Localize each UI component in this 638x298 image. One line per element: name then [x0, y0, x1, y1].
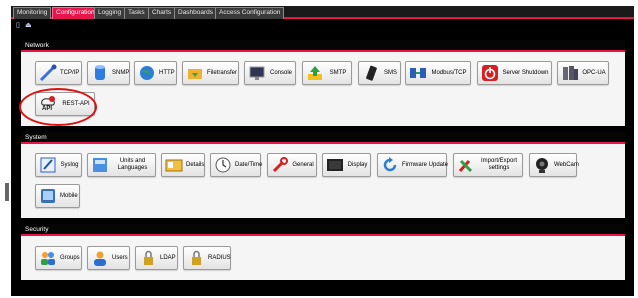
- database-icon: [90, 63, 110, 83]
- webcam-icon: [532, 155, 552, 175]
- groups-button[interactable]: Groups: [35, 246, 82, 270]
- http-button[interactable]: HTTP: [134, 61, 177, 85]
- servers-icon: [560, 63, 580, 83]
- app-window: Monitoring Configuration Logging Tasks C…: [11, 6, 634, 296]
- network-header: Network: [21, 40, 625, 52]
- book-icon: [90, 155, 110, 175]
- user-icon: [90, 248, 110, 268]
- tab-monitoring[interactable]: Monitoring: [13, 7, 52, 19]
- filetransfer-button[interactable]: Filetransfer: [182, 61, 239, 85]
- notepad-icon: [38, 155, 58, 175]
- id-card-icon: [164, 155, 184, 175]
- tab-logging[interactable]: Logging: [94, 7, 126, 19]
- smtp-button[interactable]: SMTP: [302, 61, 352, 85]
- tab-configuration[interactable]: Configuration: [52, 7, 99, 19]
- network-switch-icon: [408, 63, 428, 83]
- document-icon[interactable]: ▯: [16, 22, 20, 29]
- snmp-button[interactable]: SNMP: [87, 61, 130, 85]
- modbus-tcp-button[interactable]: Modbus/TCP: [405, 61, 471, 85]
- mobile-device-icon: [38, 186, 58, 206]
- tab-access-configuration[interactable]: Access Configuration: [215, 7, 285, 19]
- wrench-icon: [270, 155, 290, 175]
- clock-icon: [213, 155, 233, 175]
- users-button[interactable]: Users: [87, 246, 130, 270]
- general-button[interactable]: General: [267, 153, 317, 177]
- cable-icon: [38, 63, 58, 83]
- mobile-button[interactable]: Mobile: [35, 184, 80, 208]
- units-languages-button[interactable]: Units and Languages: [87, 153, 156, 177]
- system-header: System: [21, 132, 625, 144]
- display-panel-icon: [325, 155, 345, 175]
- details-button[interactable]: Details: [161, 153, 205, 177]
- folder-icon: [185, 63, 205, 83]
- rest-api-highlight-circle: [19, 88, 97, 126]
- date-time-button[interactable]: Date/Time: [210, 153, 262, 177]
- group-users-icon: [38, 248, 58, 268]
- globe-icon: [137, 63, 157, 83]
- refresh-icon: [380, 155, 400, 175]
- radius-button[interactable]: RADIUS: [183, 246, 231, 270]
- import-export-settings-button[interactable]: Import/Export settings: [453, 153, 523, 177]
- security-header: Security: [21, 224, 625, 236]
- lock-user-icon: [138, 248, 158, 268]
- ldap-button[interactable]: LDAP: [135, 246, 178, 270]
- lock-user-icon: [186, 248, 206, 268]
- tcpip-button[interactable]: TCP/IP: [35, 61, 82, 85]
- tab-charts[interactable]: Charts: [148, 7, 176, 19]
- splitter-handle[interactable]: [5, 183, 9, 201]
- tools-icon: [456, 155, 476, 175]
- power-icon: [480, 63, 500, 83]
- webcam-button[interactable]: WebCam: [529, 153, 579, 177]
- monitor-icon: [247, 63, 267, 83]
- console-button[interactable]: Console: [244, 61, 296, 85]
- tab-tasks[interactable]: Tasks: [124, 7, 149, 19]
- system-section: System Syslog Units and Languages Detail…: [21, 132, 625, 218]
- syslog-button[interactable]: Syslog: [35, 153, 82, 177]
- main-tabbar: Monitoring Configuration Logging Tasks C…: [11, 6, 634, 19]
- server-shutdown-button[interactable]: Server Shutdown: [477, 61, 552, 85]
- tab-dashboards[interactable]: Dashboards: [174, 7, 218, 19]
- firmware-update-button[interactable]: Firmware Update: [377, 153, 448, 177]
- phone-icon: [361, 63, 381, 83]
- upload-icon: [305, 63, 325, 83]
- display-button[interactable]: Display: [322, 153, 371, 177]
- network-section: Network TCP/IP SNMP HTTP Filetransfer Co…: [21, 40, 625, 126]
- security-section: Security Groups Users LDAP RADIUS: [21, 224, 625, 280]
- sms-button[interactable]: SMS: [358, 61, 401, 85]
- eject-icon[interactable]: ⏏: [25, 22, 32, 29]
- sub-toolbar: ▯ ⏏: [11, 21, 634, 30]
- opc-ua-button[interactable]: OPC-UA: [557, 61, 609, 85]
